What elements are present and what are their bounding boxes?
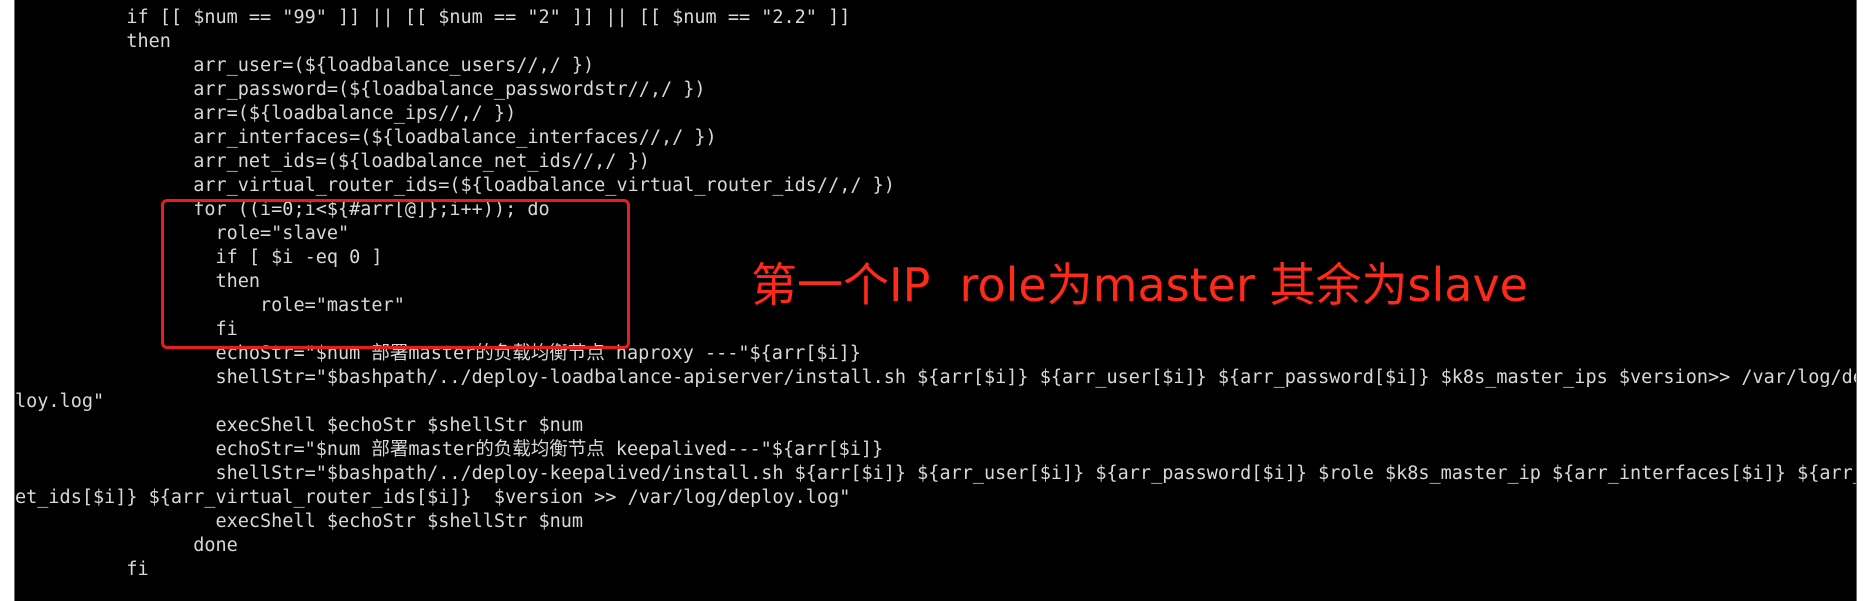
code-line-16: shellStr="$bashpath/../deploy-loadbalanc…: [15, 367, 1857, 388]
highlight-box: [161, 199, 630, 349]
code-line-22: execShell $echoStr $shellStr $num: [15, 511, 584, 532]
terminal-window[interactable]: if [[ $num == "99" ]] || [[ $num == "2" …: [14, 0, 1857, 601]
code-line-24: fi: [15, 559, 149, 580]
code-line-18: execShell $echoStr $shellStr $num: [15, 415, 584, 436]
code-line-19: echoStr="$num 部署master的负载均衡节点 keepalived…: [15, 439, 884, 460]
code-line-6: arr_interfaces=(${loadbalance_interfaces…: [15, 127, 717, 148]
code-line-2: then: [15, 31, 171, 52]
code-line-21: et_ids[$i]} ${arr_virtual_router_ids[$i]…: [15, 487, 851, 508]
code-line-7: arr_net_ids=(${loadbalance_net_ids//,/ }…: [15, 151, 650, 172]
code-line-1: if [[ $num == "99" ]] || [[ $num == "2" …: [15, 7, 851, 28]
code-line-23: done: [15, 535, 238, 556]
annotation-text: 第一个IP role为master 其余为slave: [751, 258, 1528, 312]
code-line-4: arr_password=(${loadbalance_passwordstr/…: [15, 79, 706, 100]
code-line-17: loy.log": [15, 391, 105, 412]
code-line-20: shellStr="$bashpath/../deploy-keepalived…: [15, 463, 1857, 484]
code-line-3: arr_user=(${loadbalance_users//,/ }): [15, 55, 595, 76]
code-line-5: arr=(${loadbalance_ips//,/ }): [15, 103, 517, 124]
code-line-8: arr_virtual_router_ids=(${loadbalance_vi…: [15, 175, 895, 196]
